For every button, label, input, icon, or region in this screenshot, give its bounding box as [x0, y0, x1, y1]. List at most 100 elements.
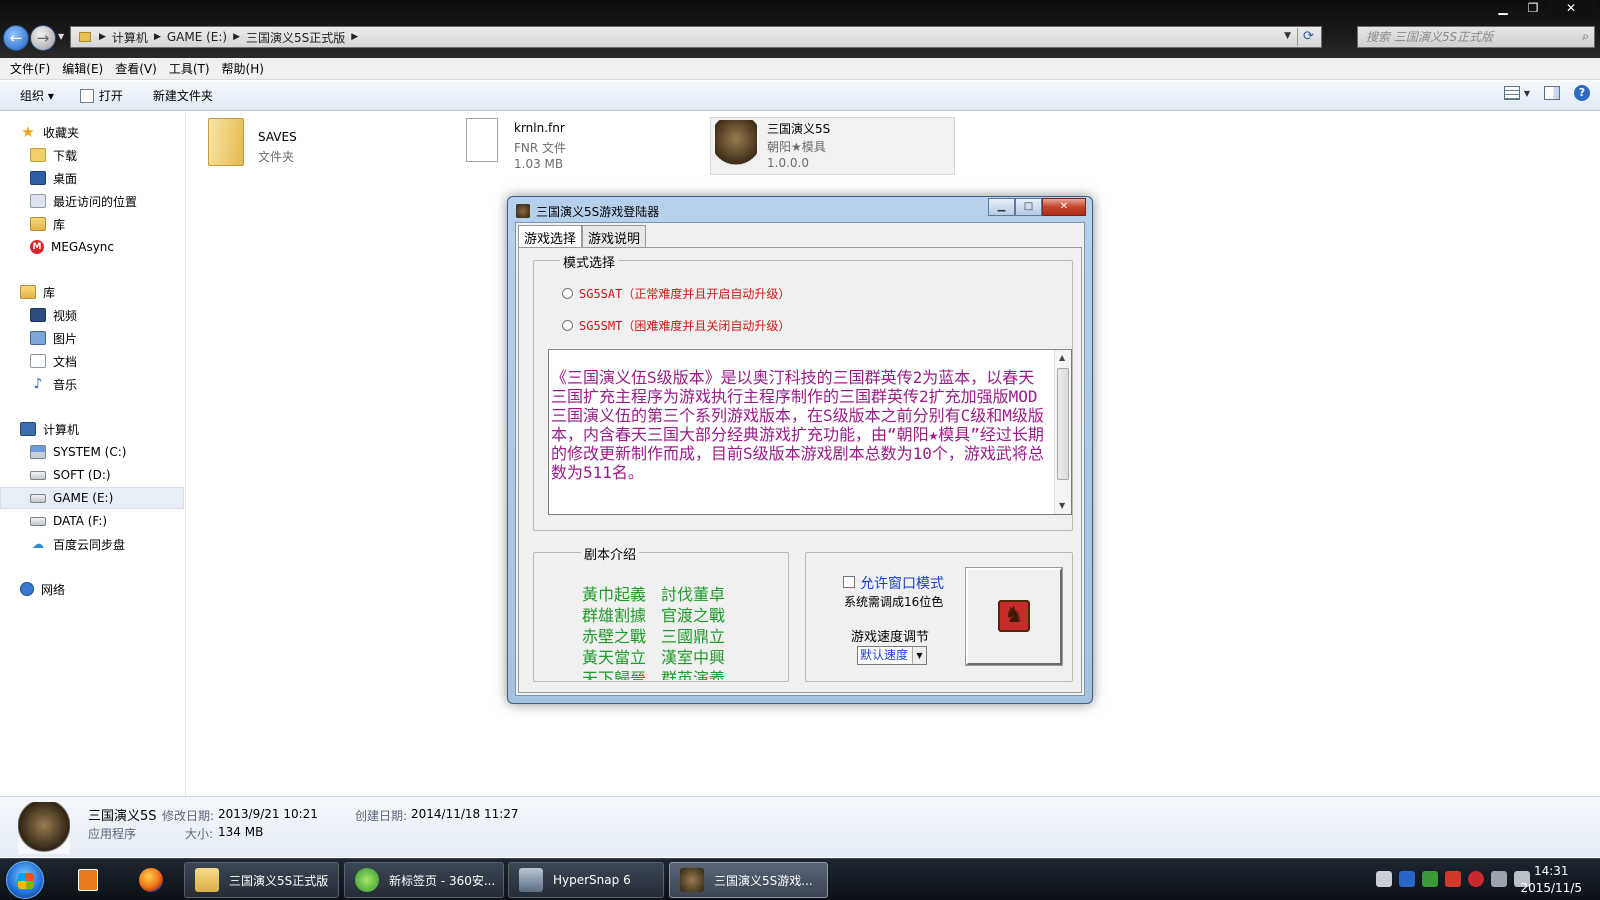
description-textbox[interactable]: 《三国演义伍S级版本》是以奥汀科技的三国群英传2为蓝本，以春天三国扩充主程序为游… [548, 349, 1072, 515]
tab-game-select[interactable]: 游戏选择 [518, 225, 583, 249]
sidebar-item-favorites[interactable]: ★ 收藏夹 [0, 121, 184, 143]
scenario-item[interactable]: 天下歸晉 [582, 665, 646, 680]
close-button[interactable]: ✕ [1548, 0, 1594, 18]
window-mode-checkbox[interactable] [843, 576, 855, 588]
details-modified-label: 修改日期: [162, 809, 215, 823]
menu-edit[interactable]: 编辑(E) [56, 60, 109, 77]
file-type: 文件夹 [258, 150, 295, 164]
breadcrumb-drive[interactable]: GAME (E:) [161, 30, 233, 44]
refresh-button[interactable]: ⟳ [1297, 28, 1319, 46]
help-icon[interactable]: ? [1574, 85, 1590, 101]
task-hypersnap[interactable]: HyperSnap 6 [508, 862, 664, 898]
sidebar-item-libraries[interactable]: 库 [0, 281, 184, 303]
media-player-pin[interactable] [66, 863, 110, 897]
file-item-krnln[interactable]: krnln.fnr FNR 文件 1.03 MB [466, 118, 711, 176]
scroll-thumb[interactable] [1057, 368, 1069, 480]
menu-file[interactable]: 文件(F) [4, 60, 56, 77]
mode-option-sat[interactable]: SG5SAT（正常难度并且开启自动升级） [562, 285, 790, 302]
file-item-saves[interactable]: SAVES 文件夹 [208, 118, 453, 176]
sidebar-item-pictures[interactable]: 图片 [0, 327, 184, 349]
search-icon[interactable]: ⌕ [1582, 29, 1589, 44]
menu-help[interactable]: 帮助(H) [216, 60, 270, 77]
start-button[interactable] [6, 861, 44, 899]
chevron-right-icon[interactable]: ▶ [99, 32, 106, 42]
chevron-right-icon[interactable]: ▶ [154, 32, 161, 42]
task-launcher[interactable]: 三国演义5S游戏... [669, 862, 828, 898]
sidebar-item-recent[interactable]: 最近访问的位置 [0, 190, 184, 212]
app-tray-icon[interactable] [1468, 871, 1484, 887]
sidebar-item-library-fav[interactable]: 库 [0, 213, 184, 235]
sidebar-item-drive-f[interactable]: DATA (F:) [0, 510, 184, 532]
horse-rider-icon [516, 204, 530, 218]
file-item-sg5s[interactable]: 三国演义5S 朝阳★模具 1.0.0.0 [710, 117, 955, 175]
recent-pages-dropdown-icon[interactable]: ▼ [58, 32, 64, 41]
search-input[interactable] [1358, 27, 1568, 47]
script-group: 剧本介绍 黃巾起義 討伐董卓 群雄割據 官渡之戰 赤壁之戰 三國鼎立 黃天當立 … [533, 544, 789, 682]
address-bar[interactable]: ▶ 计算机 ▶ GAME (E:) ▶ 三国演义5S正式版 ▶ ▼ ⟳ [70, 26, 1322, 48]
forward-button[interactable]: → [30, 25, 56, 51]
sidebar-item-network[interactable]: 网络 [0, 578, 184, 600]
keyboard-icon[interactable] [1376, 871, 1392, 887]
sidebar-item-baidu[interactable]: ☁ 百度云同步盘 [0, 533, 184, 555]
scenario-item[interactable]: 群英演義 [661, 665, 725, 680]
sidebar-item-drive-c[interactable]: SYSTEM (C:) [0, 441, 184, 463]
task-browser[interactable]: 新标签页 - 360安... [344, 862, 504, 898]
network-status-icon[interactable] [1491, 871, 1507, 887]
open-button[interactable]: 打开 [72, 87, 131, 104]
folder-icon [208, 118, 244, 166]
dialog-title: 三国演义5S游戏登陆器 [536, 204, 660, 219]
sidebar-item-documents[interactable]: 文档 [0, 350, 184, 372]
launch-game-button[interactable]: ♞ [965, 567, 1063, 666]
color-depth-note: 系统需调成16位色 [844, 595, 944, 609]
clock[interactable]: 14:31 2015/11/5 [1520, 863, 1582, 897]
sidebar-label: 计算机 [43, 422, 80, 437]
sidebar-item-videos[interactable]: 视频 [0, 304, 184, 326]
task-explorer[interactable]: 三国演义5S正式版 [184, 862, 339, 898]
chevron-right-icon[interactable]: ▶ [233, 32, 240, 42]
organize-button[interactable]: 组织 ▾ [12, 87, 62, 104]
menu-view[interactable]: 查看(V) [109, 60, 163, 77]
speed-select[interactable]: 默认速度 ▼ [857, 646, 927, 665]
sidebar-item-drive-e[interactable]: GAME (E:) [0, 487, 184, 509]
sidebar-item-downloads[interactable]: 下载 [0, 144, 184, 166]
details-created: 2014/11/18 11:27 [411, 807, 519, 821]
menu-tools[interactable]: 工具(T) [163, 60, 216, 77]
minimize-button[interactable]: ▁ [1488, 0, 1518, 18]
sidebar-item-music[interactable]: ♪ 音乐 [0, 373, 184, 395]
radio-button[interactable] [562, 320, 573, 331]
dialog-minimize-button[interactable]: ▁ [988, 198, 1015, 216]
back-button[interactable]: ← [3, 25, 29, 51]
dialog-maximize-button[interactable]: □ [1015, 198, 1042, 216]
sync-icon[interactable] [1422, 871, 1438, 887]
sidebar-item-drive-d[interactable]: SOFT (D:) [0, 464, 184, 486]
mode-option-smt[interactable]: SG5SMT（困难难度并且关闭自动升级） [562, 317, 790, 334]
radio-button[interactable] [562, 288, 573, 299]
sidebar-label: 百度云同步盘 [53, 537, 126, 552]
scroll-down-icon[interactable]: ▼ [1059, 501, 1065, 510]
shield-icon[interactable] [1399, 871, 1415, 887]
preview-pane-icon[interactable] [1544, 86, 1560, 100]
change-view-icon[interactable] [1503, 86, 1520, 100]
view-dropdown-icon[interactable]: ▼ [1524, 89, 1530, 98]
search-box[interactable]: ⌕ [1357, 26, 1595, 48]
sidebar-item-megasync[interactable]: M MEGAsync [0, 236, 184, 258]
breadcrumb-computer[interactable]: 计算机 [106, 29, 154, 46]
window-mode-label[interactable]: 允许窗口模式 [860, 573, 944, 593]
description-scrollbar[interactable]: ▲ ▼ [1054, 350, 1071, 514]
tab-game-info[interactable]: 游戏说明 [582, 225, 647, 247]
new-folder-button[interactable]: 新建文件夹 [145, 87, 221, 104]
address-dropdown-icon[interactable]: ▼ [1284, 31, 1291, 41]
sidebar-item-desktop[interactable]: 桌面 [0, 167, 184, 189]
sidebar-label: 库 [43, 285, 56, 300]
chevron-down-icon[interactable]: ▼ [912, 647, 926, 664]
dialog-close-button[interactable]: ✕ [1042, 198, 1086, 216]
antivirus-icon[interactable] [1445, 871, 1461, 887]
sidebar-item-computer[interactable]: 计算机 [0, 418, 184, 440]
clock-date: 2015/11/5 [1520, 881, 1582, 895]
restore-button[interactable]: ❐ [1518, 0, 1548, 18]
chevron-right-icon[interactable]: ▶ [351, 32, 358, 42]
firefox-pin[interactable] [128, 863, 172, 897]
scroll-up-icon[interactable]: ▲ [1059, 353, 1065, 362]
file-type: FNR 文件 [514, 141, 567, 155]
breadcrumb-folder[interactable]: 三国演义5S正式版 [240, 29, 351, 46]
